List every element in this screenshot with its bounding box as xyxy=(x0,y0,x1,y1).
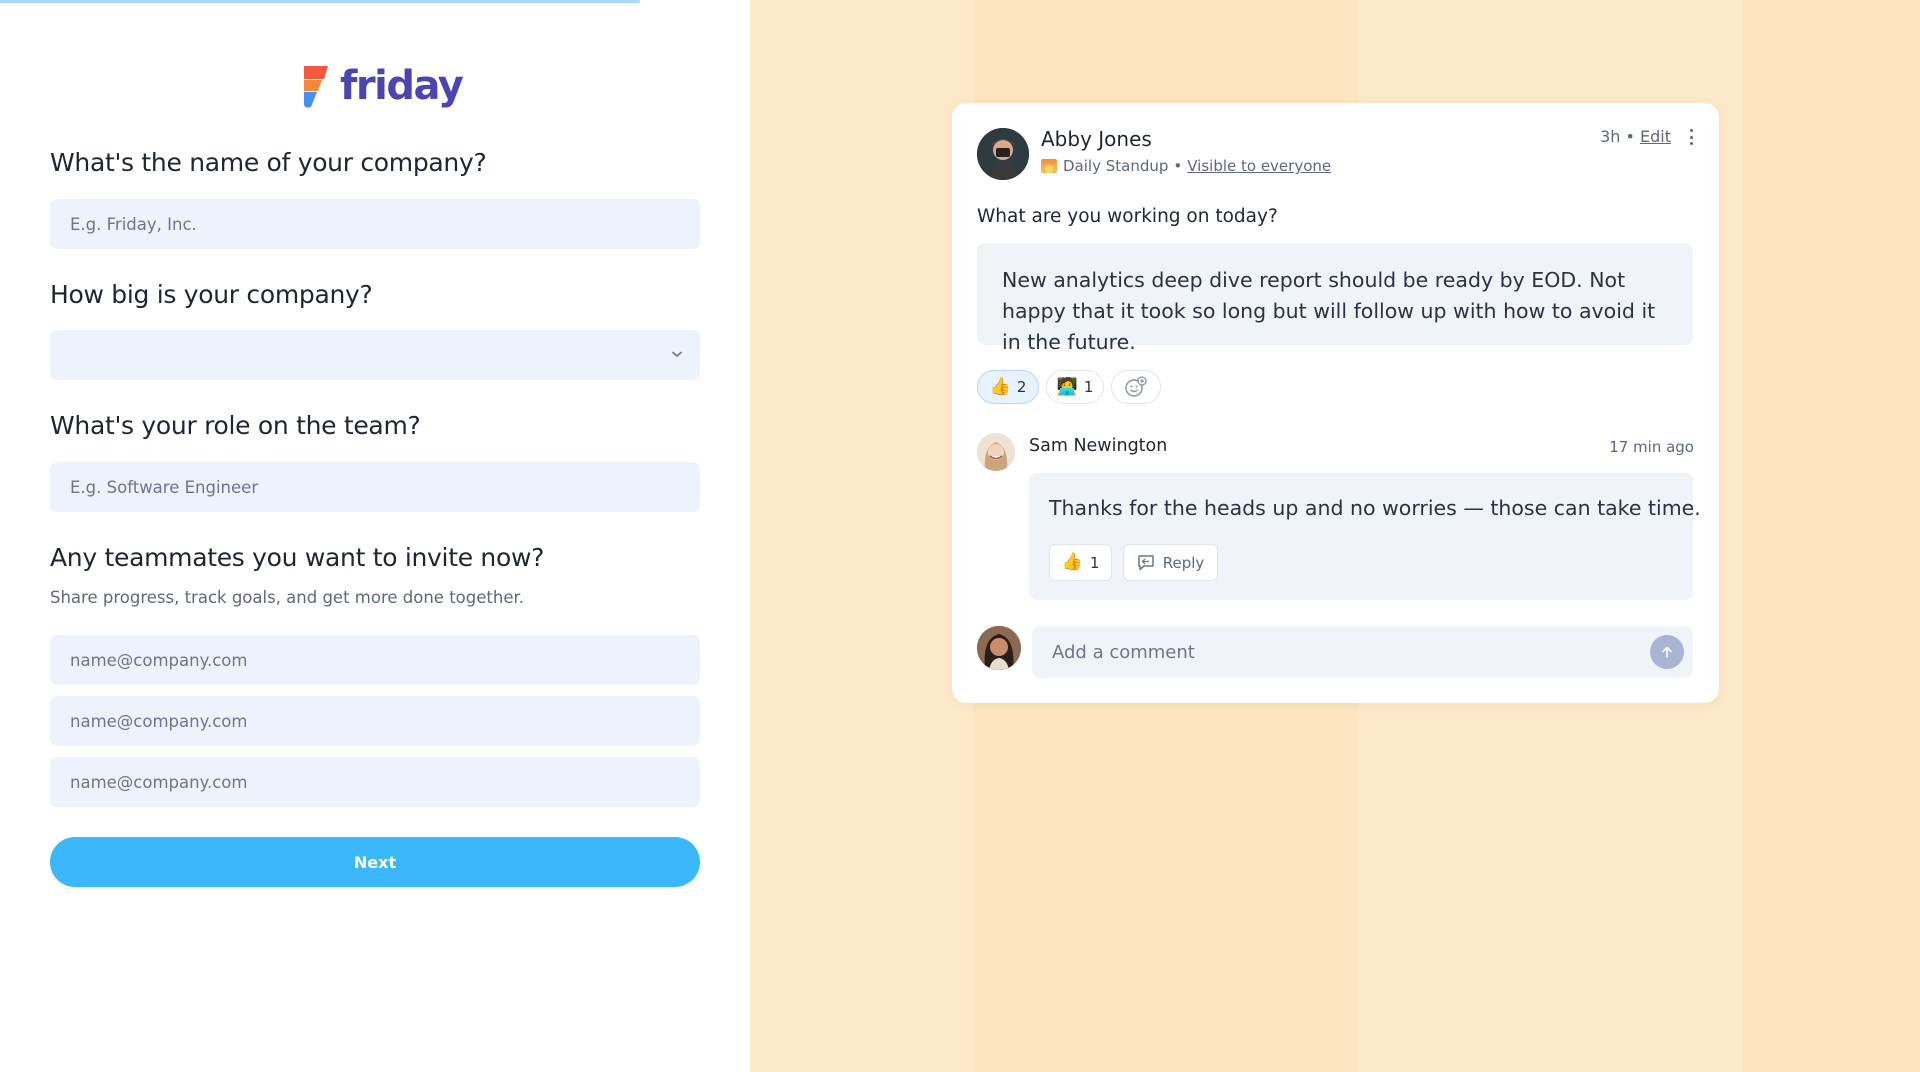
standup-post-card: Abby Jones Daily Standup • Visible to ev… xyxy=(952,103,1719,703)
visibility-link[interactable]: Visible to everyone xyxy=(1187,157,1331,175)
comment-bubble: Thanks for the heads up and no worries —… xyxy=(1029,473,1701,600)
invite-question: Any teammates you want to invite now? xyxy=(50,543,545,572)
role-field[interactable] xyxy=(50,462,700,512)
add-reaction-icon xyxy=(1125,376,1147,397)
edit-link[interactable]: Edit xyxy=(1640,127,1671,146)
progress-bar xyxy=(0,0,640,3)
onboarding-form-panel: friday What's the name of your company? … xyxy=(0,0,750,1072)
author-avatar-image xyxy=(977,128,1029,180)
post-answer: New analytics deep dive report should be… xyxy=(977,243,1693,354)
reply-button[interactable]: Reply xyxy=(1123,544,1218,581)
role-input[interactable] xyxy=(70,477,700,497)
post-time: 3h xyxy=(1600,127,1621,146)
invite-email-input-1[interactable] xyxy=(70,650,700,670)
brand-name: friday xyxy=(340,63,464,109)
reaction-technologist[interactable]: 🧑‍💻 1 xyxy=(1046,370,1104,404)
post-meta: Daily Standup • Visible to everyone xyxy=(1041,157,1331,175)
invite-email-field-1[interactable] xyxy=(50,635,700,685)
friday-logo-icon xyxy=(304,66,328,108)
chevron-down-icon xyxy=(672,351,682,358)
invite-email-field-2[interactable] xyxy=(50,696,700,746)
commenter-avatar[interactable] xyxy=(977,433,1015,471)
technologist-icon: 🧑‍💻 xyxy=(1056,376,1078,397)
author-avatar[interactable] xyxy=(977,128,1029,180)
comment-time: 17 min ago xyxy=(1609,438,1694,456)
sunrise-icon xyxy=(1041,159,1057,173)
company-name-question: What's the name of your company? xyxy=(50,148,487,177)
company-size-question: How big is your company? xyxy=(50,280,373,309)
reply-icon xyxy=(1137,555,1154,571)
role-question: What's your role on the team? xyxy=(50,411,421,440)
next-button[interactable]: Next xyxy=(50,837,700,887)
add-comment-field[interactable] xyxy=(1032,626,1693,678)
comment-text: Thanks for the heads up and no worries —… xyxy=(1049,496,1701,520)
comment-author-name: Sam Newington xyxy=(1029,436,1168,456)
invite-subtitle: Share progress, track goals, and get mor… xyxy=(50,588,524,607)
post-time-edit: 3h • Edit xyxy=(1600,127,1671,146)
meta-separator: • xyxy=(1173,157,1183,175)
send-comment-button[interactable] xyxy=(1650,635,1684,669)
invite-email-input-2[interactable] xyxy=(70,711,700,731)
more-vertical-icon[interactable] xyxy=(1688,129,1694,145)
invite-email-field-3[interactable] xyxy=(50,757,700,807)
reaction-thumbs-up[interactable]: 👍 2 xyxy=(977,370,1039,404)
reaction-count: 1 xyxy=(1089,553,1100,572)
reply-label: Reply xyxy=(1162,553,1205,572)
post-channel: Daily Standup xyxy=(1063,157,1169,175)
reaction-count: 1 xyxy=(1083,378,1094,396)
reaction-count: 2 xyxy=(1016,378,1027,396)
add-comment-input[interactable] xyxy=(1052,641,1612,663)
invite-email-input-3[interactable] xyxy=(70,772,700,792)
comment-reaction-thumbs-up[interactable]: 👍 1 xyxy=(1049,544,1112,581)
brand-logo: friday xyxy=(300,62,464,110)
post-prompt: What are you working on today? xyxy=(977,206,1278,227)
thumbs-up-icon: 👍 xyxy=(1061,552,1083,572)
commenter-avatar-image xyxy=(977,433,1015,471)
current-user-avatar-image xyxy=(977,626,1021,670)
company-name-field[interactable] xyxy=(50,199,700,249)
meta-separator: • xyxy=(1625,127,1635,146)
current-user-avatar[interactable] xyxy=(977,626,1021,670)
company-name-input[interactable] xyxy=(70,214,700,234)
background-band xyxy=(1743,0,1920,1072)
company-size-select[interactable] xyxy=(50,330,700,380)
arrow-up-icon xyxy=(1662,646,1672,658)
post-author-name: Abby Jones xyxy=(1041,127,1152,151)
thumbs-up-icon: 👍 xyxy=(989,376,1011,397)
add-reaction-button[interactable] xyxy=(1111,370,1161,404)
